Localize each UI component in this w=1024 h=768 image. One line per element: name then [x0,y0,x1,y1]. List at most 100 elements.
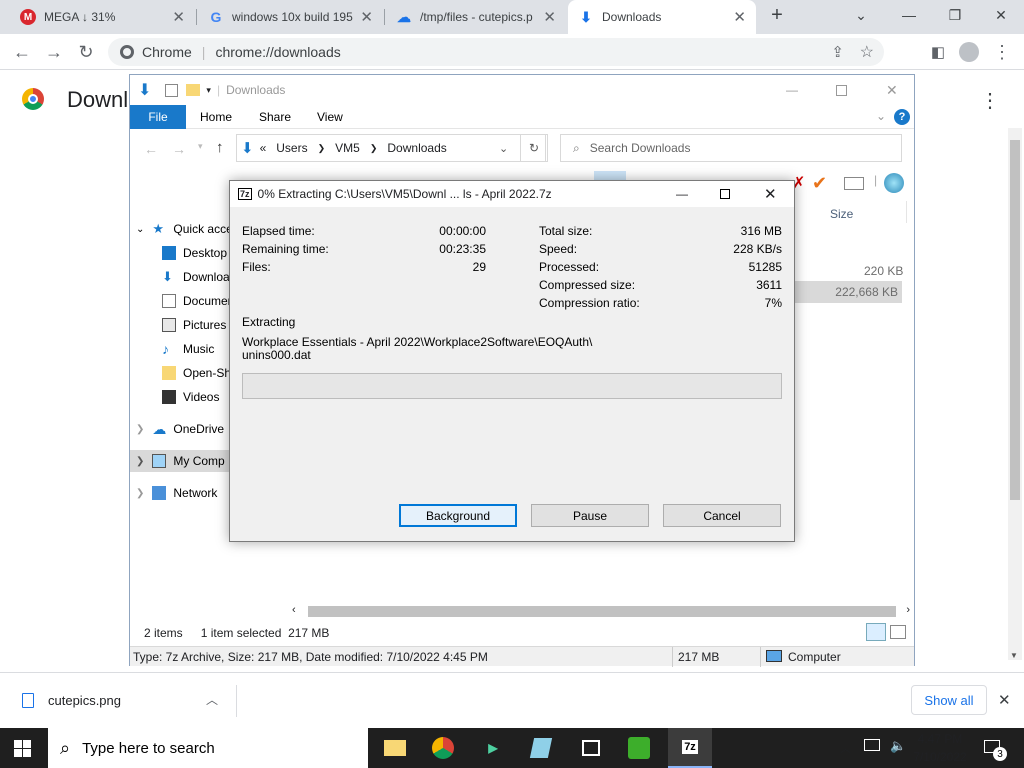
tab-downloads[interactable]: ⬇ Downloads ✕ [568,0,756,34]
nav-pictures[interactable]: Pictures [162,314,226,336]
nav-open-shell[interactable]: Open-Sh [162,362,231,384]
close-tab-icon[interactable]: ✕ [543,8,556,26]
recent-locations-icon[interactable]: ▾ [198,141,203,152]
omnibox[interactable]: Chrome | chrome://downloads ⇪ ☆ [108,38,884,66]
taskbar-time[interactable]: 4:47 PM [916,732,964,746]
network-status-icon[interactable] [864,739,880,751]
page-scrollbar[interactable]: ▼ [1008,128,1022,660]
horizontal-scrollbar[interactable]: ‹ › [292,603,912,619]
profile-avatar[interactable] [957,40,981,64]
breadcrumb-downloads[interactable]: Downloads [387,141,446,155]
download-item[interactable]: cutepics.png ︿ [0,673,236,728]
shell-icon[interactable] [884,173,904,193]
share-icon[interactable]: ⇪ [831,43,844,61]
properties-icon[interactable] [165,83,179,97]
explorer-back-button[interactable]: ← [144,141,158,157]
show-hidden-icons-icon[interactable]: ︿ [840,740,851,756]
breadcrumb-users[interactable]: Users [276,141,307,155]
side-panel-icon[interactable]: ◧ [926,40,950,64]
downloads-menu-icon[interactable]: ⋮ [980,88,1000,113]
restore-button[interactable]: ❐ [932,0,978,30]
dialog-maximize-button[interactable] [720,189,730,199]
cancel-button[interactable]: Cancel [663,504,781,527]
nav-network[interactable]: ❯ Network [136,482,217,504]
nav-quick-access[interactable]: ⌄ ★ Quick acce [136,218,233,240]
nav-music[interactable]: ♪ Music [162,338,214,360]
scrollbar-thumb[interactable] [308,606,896,617]
ribbon-expand-icon[interactable]: ⌄ [876,109,886,123]
column-header-size[interactable]: Size [830,207,853,221]
file-explorer-icon[interactable] [380,734,410,762]
tab-search-icon[interactable]: ⌄ [838,0,884,30]
dialog-close-button[interactable]: ✕ [764,185,777,203]
close-shelf-icon[interactable]: ✕ [998,691,1011,709]
new-tab-button[interactable]: + [760,0,794,30]
dialog-minimize-button[interactable]: — [676,187,688,201]
explorer-close-button[interactable]: ✕ [886,82,898,99]
nav-desktop[interactable]: Desktop [162,242,227,264]
large-icons-view-button[interactable] [890,625,906,639]
back-button[interactable]: ← [10,40,34,64]
ribbon-tab-file[interactable]: File [130,105,186,129]
windows-start-icon[interactable] [14,740,32,757]
close-tab-icon[interactable]: ✕ [733,8,746,26]
up-button[interactable]: ↑ [216,139,224,156]
nav-label: Desktop [183,246,228,260]
folder-icon[interactable] [186,84,201,96]
download-icon: ⬇ [580,8,592,25]
ribbon-tab-view[interactable]: View [317,110,343,124]
tab-google[interactable]: G windows 10x build 195 ✕ [198,0,383,34]
notification-center-icon[interactable]: 3 [984,738,1008,761]
check-icon[interactable]: ✔ [812,173,827,194]
close-window-button[interactable]: ✕ [978,0,1024,30]
scroll-left-icon[interactable]: ‹ [292,604,296,616]
media-app-icon[interactable]: ▶ [478,734,508,762]
nav-my-computer[interactable]: ❯ My Comp [130,450,230,472]
selected-file-row[interactable]: 222,668 KB [790,281,902,303]
close-tab-icon[interactable]: ✕ [172,8,185,26]
show-all-button[interactable]: Show all [911,685,987,715]
download-arrow-icon[interactable]: ⬇ [138,80,151,100]
tab-mega[interactable]: M MEGA ↓ 31% ✕ [10,0,195,34]
bookmark-star-icon[interactable]: ☆ [860,42,874,62]
taskbar-search-box[interactable]: ⌕ Type here to search [48,728,368,768]
nav-onedrive[interactable]: ❯ ☁ OneDrive [136,418,224,440]
address-dropdown-icon[interactable]: ⌄ [499,142,508,155]
store-icon[interactable] [576,734,606,762]
ribbon-tab-share[interactable]: Share [259,110,291,124]
quick-access-toolbar-dropdown-icon[interactable]: ▾ [206,85,211,96]
scroll-right-icon[interactable]: › [906,604,910,616]
taskbar-date[interactable]: 7/10/2022 [912,750,968,764]
nav-downloads[interactable]: ⬇ Downloa [162,266,230,288]
breadcrumb-vm5[interactable]: VM5 [335,141,360,155]
tab-cutepics[interactable]: ☁ /tmp/files - cutepics.p ✕ [386,0,566,34]
details-view-button[interactable] [866,623,886,641]
sevenzip-taskbar-button[interactable]: 7z [668,728,712,768]
ribbon-tab-home[interactable]: Home [200,110,232,124]
close-tab-icon[interactable]: ✕ [360,8,373,26]
background-button[interactable]: Background [399,504,517,527]
minimize-button[interactable]: — [886,0,932,30]
download-file-name: cutepics.png [48,693,121,708]
explorer-maximize-button[interactable] [836,84,847,96]
refresh-button[interactable]: ↻ [520,134,548,162]
explorer-forward-button[interactable]: → [172,141,186,157]
menu-icon[interactable]: ⋮ [990,40,1014,64]
chrome-icon[interactable] [428,734,458,762]
download-options-chevron-icon[interactable]: ︿ [206,691,218,708]
volume-icon[interactable]: 🔈 [890,738,906,754]
file-details: Type: 7z Archive, Size: 217 MB, Date mod… [133,649,488,664]
explorer-minimize-button[interactable]: — [786,83,798,97]
notepad-icon[interactable] [526,734,556,762]
reload-button[interactable]: ↻ [74,40,98,64]
camtasia-icon[interactable] [624,734,654,762]
search-box[interactable]: ⌕ Search Downloads [560,134,902,162]
nav-documents[interactable]: Documen [162,290,234,312]
forward-button[interactable]: → [42,40,66,64]
help-icon[interactable]: ? [894,109,910,125]
info-icon[interactable] [844,177,864,190]
address-bar[interactable]: ⬇ « Users ❯ VM5 ❯ Downloads ⌄ [236,134,546,162]
breadcrumb-overflow[interactable]: « [260,141,267,155]
nav-videos[interactable]: Videos [162,386,219,408]
pause-button[interactable]: Pause [531,504,649,527]
